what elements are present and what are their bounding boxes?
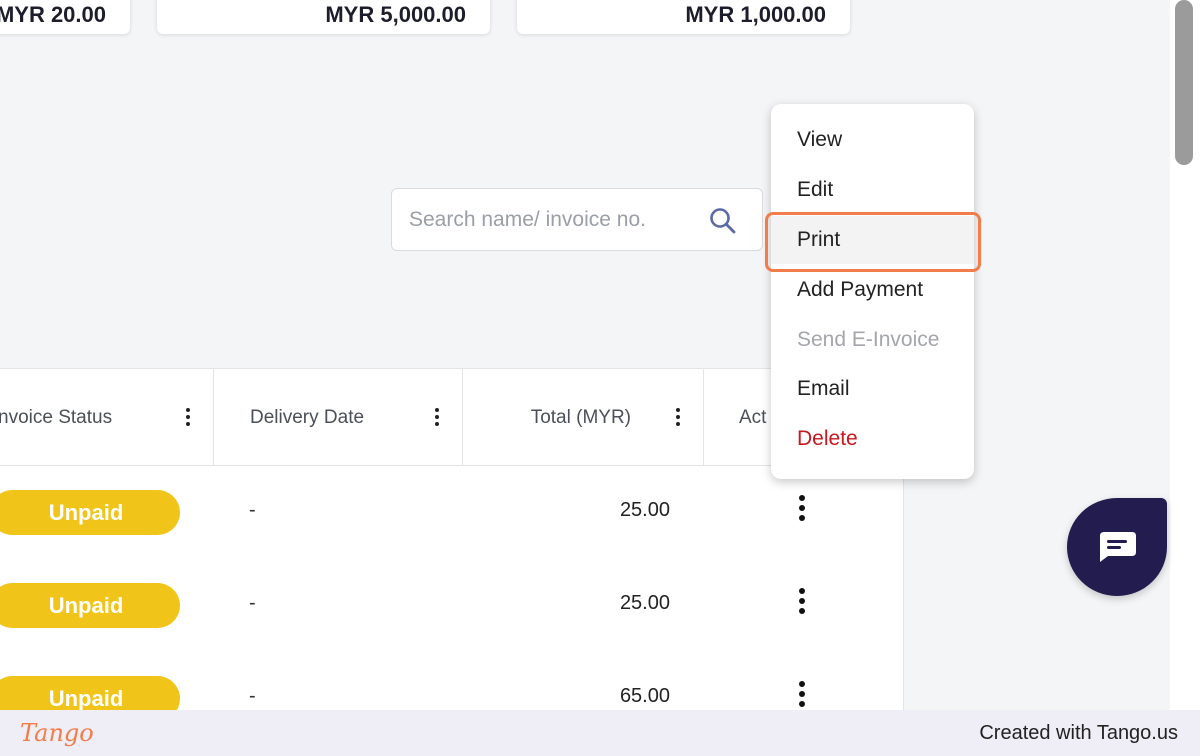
- column-menu-icon[interactable]: [186, 408, 190, 426]
- row-actions-menu: View Edit Print Add Payment Send E-Invoi…: [771, 104, 974, 479]
- summary-card-3: MYR 1,000.00: [517, 0, 850, 34]
- screen: MYR 20.00 MYR 5,000.00 MYR 1,000.00 nvoi…: [0, 0, 1200, 756]
- table-row: Unpaid - 25.00: [0, 466, 903, 559]
- column-header-label: Total (MYR): [530, 406, 631, 428]
- summary-card-amount: MYR 5,000.00: [325, 2, 466, 27]
- menu-item-edit[interactable]: Edit: [771, 166, 974, 214]
- delivery-date-cell: -: [249, 499, 256, 521]
- column-header-label: nvoice Status: [0, 406, 113, 428]
- chat-bubble-icon: [1100, 532, 1136, 562]
- status-badge: Unpaid: [0, 490, 180, 535]
- summary-card-amount: MYR 1,000.00: [685, 2, 826, 27]
- search-box[interactable]: [391, 188, 763, 251]
- menu-item-add-payment[interactable]: Add Payment: [771, 266, 974, 314]
- scrollbar-thumb[interactable]: [1175, 0, 1193, 165]
- table-row: Unpaid - 25.00: [0, 559, 903, 652]
- delivery-date-cell: -: [249, 592, 256, 614]
- menu-item-email[interactable]: Email: [771, 365, 974, 413]
- menu-item-send-e-invoice: Send E-Invoice: [797, 328, 940, 351]
- column-header-label: Act: [739, 406, 767, 428]
- tango-logo: Tango: [20, 719, 94, 747]
- menu-item-view[interactable]: View: [771, 116, 974, 164]
- column-header-invoice-status[interactable]: nvoice Status: [0, 369, 214, 466]
- status-badge: Unpaid: [0, 676, 180, 710]
- column-menu-icon[interactable]: [676, 408, 680, 426]
- column-header-total[interactable]: Total (MYR): [463, 369, 704, 466]
- chat-launcher-button[interactable]: [1067, 498, 1167, 596]
- total-cell: 25.00: [619, 499, 670, 521]
- column-header-label: Delivery Date: [250, 406, 365, 428]
- summary-card-amount: MYR 20.00: [0, 2, 106, 27]
- status-badge: Unpaid: [0, 583, 180, 628]
- row-actions-icon[interactable]: [799, 495, 806, 525]
- column-header-delivery-date[interactable]: Delivery Date: [214, 369, 463, 466]
- search-input[interactable]: [409, 207, 699, 232]
- total-cell: 25.00: [619, 592, 670, 614]
- summary-card-1: MYR 20.00: [0, 0, 130, 34]
- total-cell: 65.00: [619, 685, 670, 707]
- click-highlight: [765, 212, 981, 272]
- summary-card-2: MYR 5,000.00: [157, 0, 490, 34]
- delivery-date-cell: -: [249, 685, 256, 707]
- table-row: Unpaid - 65.00: [0, 652, 903, 710]
- invoice-table: nvoice Status Delivery Date Total (MYR) …: [0, 368, 904, 710]
- tango-footer: Tango Created with Tango.us: [0, 710, 1200, 756]
- search-icon[interactable]: [708, 206, 738, 236]
- footer-credit: Created with Tango.us: [979, 721, 1178, 744]
- row-actions-icon[interactable]: [799, 681, 806, 710]
- menu-item-delete[interactable]: Delete: [771, 415, 974, 463]
- row-actions-icon[interactable]: [799, 588, 806, 618]
- column-menu-icon[interactable]: [435, 408, 439, 426]
- table-header: nvoice Status Delivery Date Total (MYR) …: [0, 369, 903, 466]
